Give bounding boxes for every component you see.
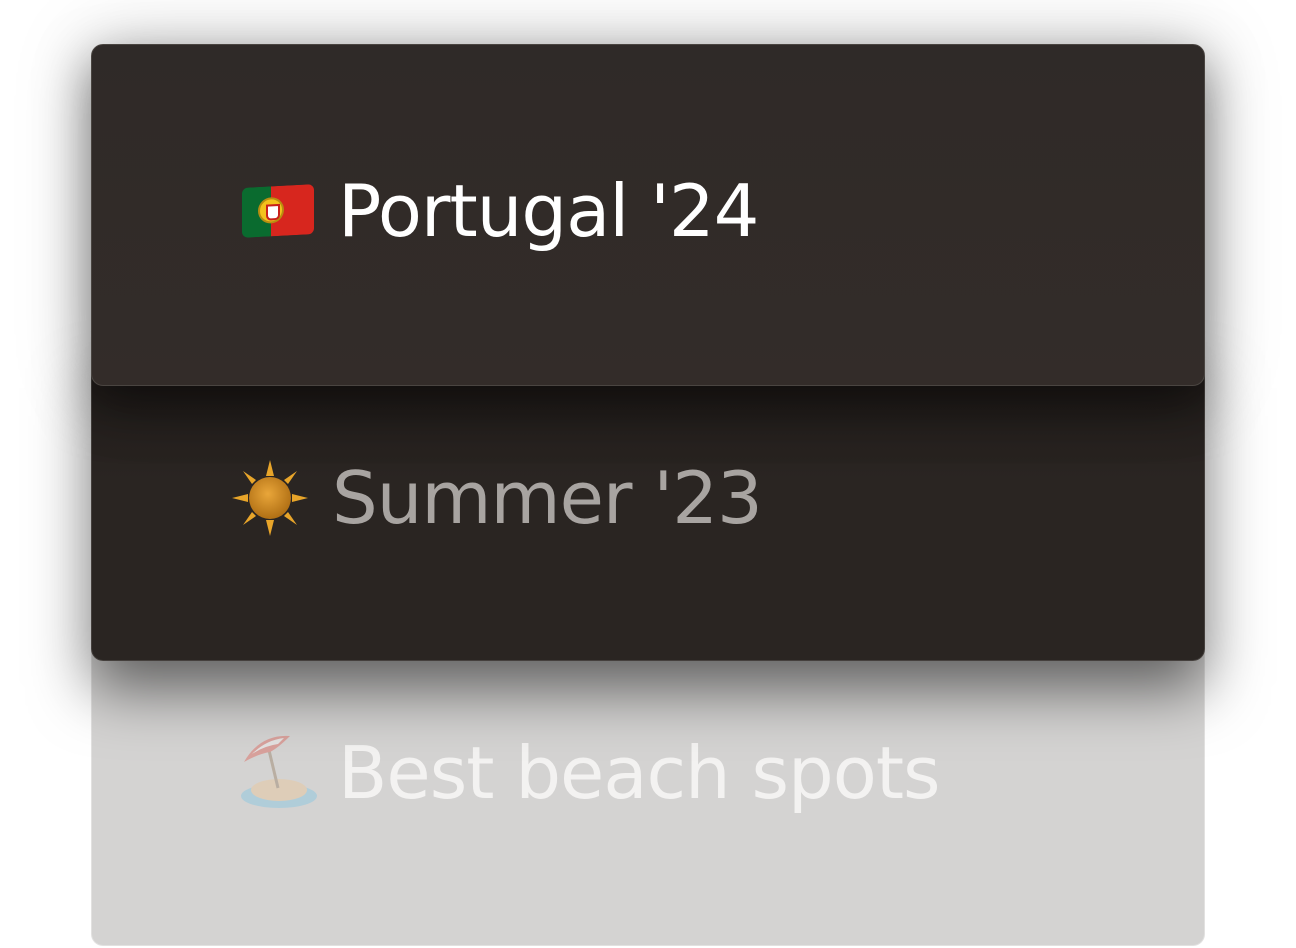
list-item-best-beach-spots[interactable]: Best beach spots (91, 640, 1205, 946)
list-item-content: Best beach spots (238, 731, 941, 815)
sun-icon (230, 458, 310, 538)
stacked-list: Best beach spots Summer '23 Portugal '24 (0, 0, 1296, 948)
list-item-label: Portugal '24 (338, 169, 759, 253)
list-item-summer-23[interactable]: Summer '23 (91, 360, 1205, 661)
list-item-content: Portugal '24 (242, 175, 759, 247)
portugal-flag-icon (242, 184, 314, 238)
list-item-content: Summer '23 (230, 456, 763, 540)
list-item-label: Summer '23 (332, 456, 763, 540)
beach-umbrella-icon (238, 732, 320, 814)
list-item-portugal-24[interactable]: Portugal '24 (91, 44, 1205, 386)
list-item-label: Best beach spots (338, 731, 941, 815)
